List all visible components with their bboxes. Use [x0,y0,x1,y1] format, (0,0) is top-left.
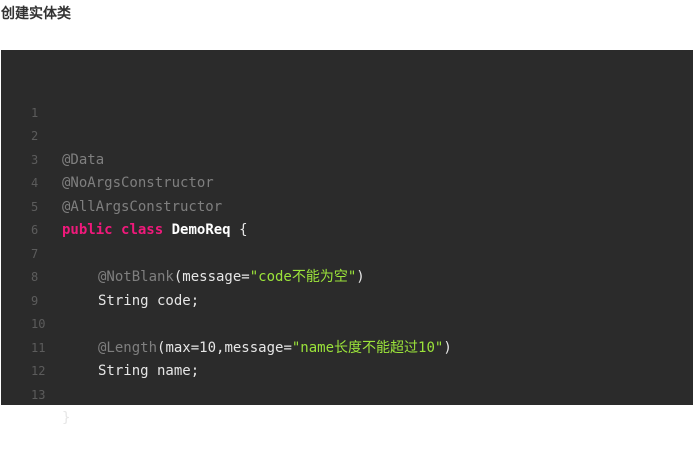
code-line: 8 String code; [1,243,693,309]
code-line: 11 String name; [1,313,693,380]
code-line: 5 public class DemoReq { [1,172,693,239]
code-line: 10 @Length(max=10,message="name长度不能超过10"… [1,290,693,356]
code-line: 2 @Data [1,102,693,168]
code-line: 6 [1,196,693,237]
code-line: 4 @AllArgsConstructor [1,149,693,215]
code-line: 1 [1,78,693,120]
section-heading: 创建实体类 [1,6,71,22]
code-line: 3 @NoArgsConstructor [1,125,693,192]
code-line: 12 [1,337,693,378]
code-line: 9 [1,266,693,308]
code-block: 1 2 @Data 3 @NoArgsConstructor 4 @AllArg… [1,50,693,427]
line-number: 13 [31,387,46,402]
code-line: 13 } [1,360,693,427]
code-line: 7 @NotBlank(message="code不能为空") [1,219,693,286]
close-brace: } [62,410,71,426]
